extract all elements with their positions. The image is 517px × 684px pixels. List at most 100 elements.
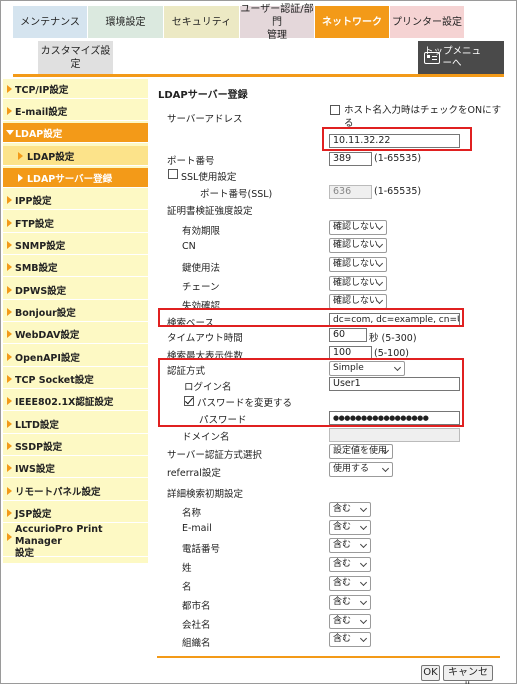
domain-name-label: ドメイン名: [182, 432, 230, 443]
cancel-button[interactable]: キャンセル: [443, 665, 493, 684]
cert-keyusage-value: 確認しない: [333, 259, 379, 269]
tab-printer[interactable]: プリンター設定: [390, 6, 465, 38]
cert-label: 証明書検証強度設定: [167, 206, 253, 217]
sidebar-item-iws[interactable]: IWS設定: [3, 458, 148, 478]
cert-cn-value: 確認しない: [333, 240, 379, 250]
sidebar-subitem-ldap-settings[interactable]: LDAP設定: [3, 146, 148, 166]
chevron-down-icon: [359, 559, 368, 568]
adv-city-select[interactable]: 含む: [329, 595, 371, 610]
sidebar-item-openapi[interactable]: OpenAPI設定: [3, 347, 148, 367]
sidebar: TCP/IP設定 E-mail設定 LDAP設定 LDAP設定 LDAPサーバー…: [3, 79, 148, 563]
sidebar-item-email[interactable]: E-mail設定: [3, 101, 148, 121]
top-menu-line1: トップメニュ: [424, 45, 482, 57]
tab-security[interactable]: セキュリティ: [164, 6, 240, 38]
adv-company-label: 会社名: [182, 620, 211, 631]
adv-email-label: E-mail: [182, 523, 212, 534]
adv-org-value: 含む: [333, 634, 352, 644]
adv-email-select[interactable]: 含む: [329, 520, 371, 535]
server-auth-value: 設定値を使用: [333, 446, 388, 456]
tab-maintenance[interactable]: メンテナンス: [13, 6, 88, 38]
sidebar-item-accuriopro-line1: AccurioPro Print Manager: [15, 523, 103, 547]
chevron-down-icon: [359, 616, 368, 625]
sidebar-item-jsp[interactable]: JSP設定: [3, 503, 148, 523]
sidebar-item-ssdp[interactable]: SSDP設定: [3, 436, 148, 456]
domain-name-input[interactable]: [329, 428, 460, 442]
port-range: (1-65535): [374, 153, 422, 164]
cert-revocation-select[interactable]: 確認しない: [329, 294, 387, 309]
adv-givenname-select[interactable]: 含む: [329, 576, 371, 591]
sidebar-item-ftp[interactable]: FTP設定: [3, 213, 148, 233]
chevron-down-icon: [359, 522, 368, 531]
sidebar-item-accuriopro[interactable]: AccurioPro Print Manager 設定: [3, 523, 148, 559]
chevron-down-icon: [359, 597, 368, 606]
timeout-unit: 秒 (5-300): [369, 333, 417, 344]
adv-city-value: 含む: [333, 597, 352, 607]
tab-customize[interactable]: カスタマイズ設定: [38, 41, 114, 74]
sidebar-item-smb[interactable]: SMB設定: [3, 257, 148, 277]
footer-rule: [157, 656, 500, 658]
ssl-checkbox[interactable]: [168, 169, 178, 179]
cert-cn-select[interactable]: 確認しない: [329, 238, 387, 253]
chevron-down-icon: [359, 634, 368, 643]
adv-phone-value: 含む: [333, 540, 352, 550]
tab-user-auth[interactable]: ユーザー認証/部門 管理: [240, 3, 315, 41]
highlight-server-address: [322, 127, 472, 151]
adv-givenname-value: 含む: [333, 578, 352, 588]
sidebar-item-lltd[interactable]: LLTD設定: [3, 414, 148, 434]
sidebar-item-tcpip[interactable]: TCP/IP設定: [3, 79, 148, 99]
sidebar-item-snmp[interactable]: SNMP設定: [3, 235, 148, 255]
adv-city-label: 都市名: [182, 601, 211, 612]
server-auth-select[interactable]: 設定値を使用: [329, 444, 393, 459]
sidebar-item-ldap[interactable]: LDAP設定: [3, 123, 148, 143]
adv-org-select[interactable]: 含む: [329, 632, 371, 647]
top-menu-line2: ーへ: [442, 57, 462, 69]
tab-network[interactable]: ネットワーク: [315, 6, 390, 38]
cert-cn-label: CN: [182, 241, 196, 252]
chevron-down-icon: [359, 540, 368, 549]
adv-name-value: 含む: [333, 504, 352, 514]
adv-phone-select[interactable]: 含む: [329, 538, 371, 553]
header-rule: [13, 74, 504, 77]
highlight-search-base: [158, 308, 464, 327]
referral-select[interactable]: 使用する: [329, 462, 393, 477]
timeout-input[interactable]: 60: [329, 328, 367, 342]
chevron-down-icon: [359, 578, 368, 587]
adv-surname-select[interactable]: 含む: [329, 557, 371, 572]
cert-chain-label: チェーン: [182, 282, 220, 293]
sidebar-item-remote-panel[interactable]: リモートパネル設定: [3, 481, 148, 501]
adv-name-select[interactable]: 含む: [329, 502, 371, 517]
top-menu-button[interactable]: トップメニュ ーへ: [418, 41, 504, 74]
cert-expiry-value: 確認しない: [333, 222, 379, 232]
cert-keyusage-label: 鍵使用法: [182, 263, 221, 274]
tab-environment[interactable]: 環境設定: [88, 6, 164, 38]
tab-user-auth-line1: ユーザー認証/部門: [240, 3, 314, 28]
adv-company-select[interactable]: 含む: [329, 614, 371, 629]
adv-surname-value: 含む: [333, 559, 352, 569]
adv-email-value: 含む: [333, 522, 352, 532]
sidebar-item-webdav[interactable]: WebDAV設定: [3, 324, 148, 344]
referral-label: referral設定: [167, 468, 221, 479]
sidebar-item-tcp-socket[interactable]: TCP Socket設定: [3, 369, 148, 389]
sidebar-item-ipp[interactable]: IPP設定: [3, 190, 148, 210]
ok-button[interactable]: OK: [421, 665, 440, 681]
adv-company-value: 含む: [333, 616, 352, 626]
sidebar-item-ieee8021x[interactable]: IEEE802.1X認証設定: [3, 391, 148, 411]
cert-chain-value: 確認しない: [333, 278, 379, 288]
sidebar-subitem-ldap-server[interactable]: LDAPサーバー登録: [3, 168, 148, 188]
cert-keyusage-select[interactable]: 確認しない: [329, 257, 387, 272]
cert-expiry-select[interactable]: 確認しない: [329, 220, 387, 235]
cert-expiry-label: 有効期限: [182, 226, 221, 237]
ssl-port-range: (1-65535): [374, 186, 422, 197]
sidebar-item-bonjour[interactable]: Bonjour設定: [3, 302, 148, 322]
hostname-checkbox[interactable]: [330, 105, 340, 115]
adv-givenname-label: 名: [182, 582, 192, 593]
advanced-search-label: 詳細検索初期設定: [167, 489, 244, 500]
timeout-label: タイムアウト時間: [167, 333, 243, 344]
sidebar-item-dpws[interactable]: DPWS設定: [3, 280, 148, 300]
port-input[interactable]: 389: [329, 152, 372, 166]
server-auth-label: サーバー認証方式選択: [167, 450, 262, 461]
sidebar-item-accuriopro-line2: 設定: [15, 547, 35, 559]
ssl-port-input[interactable]: 636: [329, 185, 372, 199]
cert-chain-select[interactable]: 確認しない: [329, 276, 387, 291]
ssl-label: SSL使用設定: [181, 172, 237, 183]
